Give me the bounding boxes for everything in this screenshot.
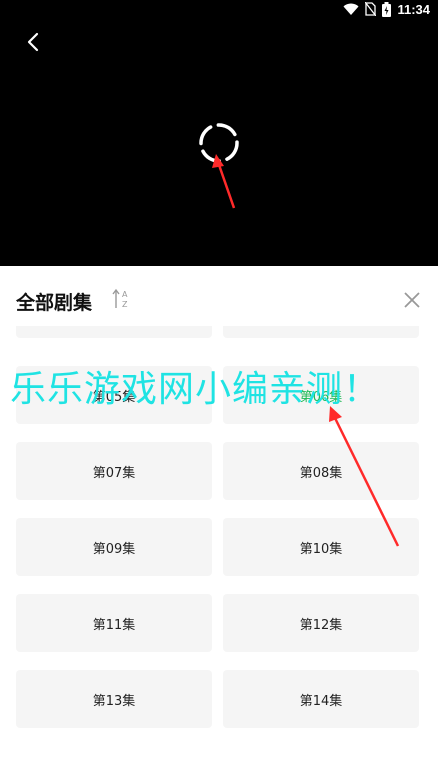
battery-charging-icon (382, 1, 392, 17)
episode-tile[interactable]: 第14集 (223, 670, 419, 728)
loading-spinner-icon (199, 123, 239, 163)
episodes-panel: 全部剧集 A Z 第05集 第06集 第07集 第08集 第09集 第10集 第… (0, 266, 438, 772)
episode-tile[interactable] (16, 326, 212, 338)
back-icon[interactable] (20, 28, 48, 56)
episode-tile[interactable]: 第08集 (223, 442, 419, 500)
status-bar: 11:34 (343, 0, 438, 18)
wifi-icon (343, 3, 359, 15)
svg-text:A: A (122, 290, 128, 299)
episode-tile[interactable]: 第07集 (16, 442, 212, 500)
episode-tile[interactable]: 第10集 (223, 518, 419, 576)
video-player[interactable]: 11:34 (0, 0, 438, 266)
sort-az-icon[interactable]: A Z (111, 287, 133, 311)
watermark-text: 乐乐游戏网小编亲测！ (10, 369, 381, 410)
episode-tile[interactable]: 第13集 (16, 670, 212, 728)
no-sim-icon (365, 2, 377, 16)
svg-text:Z: Z (122, 300, 128, 309)
panel-title: 全部剧集 (16, 292, 93, 314)
episode-tile[interactable] (223, 326, 419, 338)
status-time: 11:34 (397, 1, 430, 17)
episode-tile[interactable]: 第12集 (223, 594, 419, 652)
episode-tile[interactable]: 第11集 (16, 594, 212, 652)
episode-tile[interactable]: 第09集 (16, 518, 212, 576)
close-icon[interactable] (400, 288, 424, 312)
